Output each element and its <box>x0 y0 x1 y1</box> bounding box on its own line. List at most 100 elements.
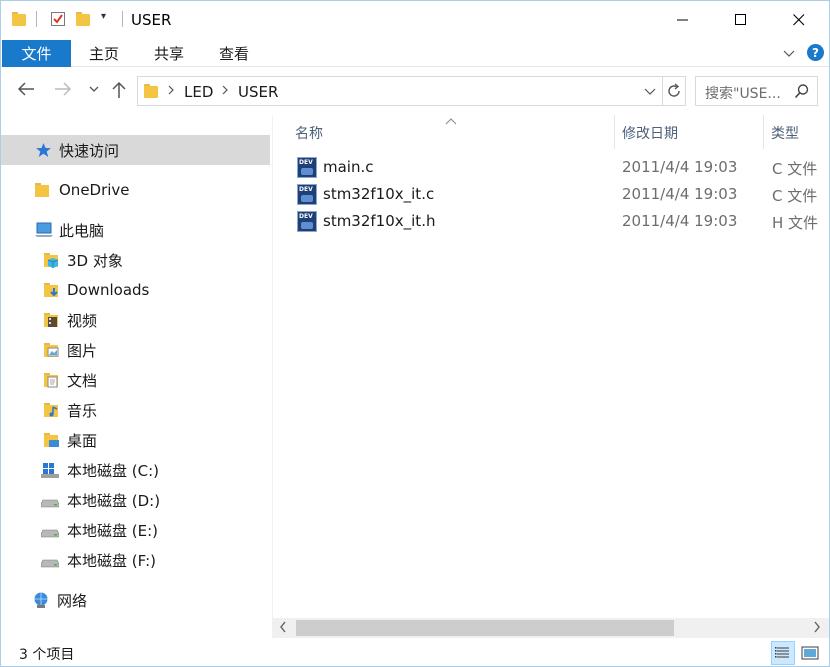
star-icon <box>35 142 53 158</box>
nav-label: 网络 <box>57 591 88 610</box>
file-date: 2011/4/4 19:03 <box>622 158 738 176</box>
nav-label: 此电脑 <box>59 221 105 240</box>
file-type: H 文件 <box>772 214 819 232</box>
item-count: 3 个项目 <box>19 647 75 663</box>
nav-drive-d[interactable]: 本地磁盘 (D:) <box>1 485 270 515</box>
tab-home[interactable]: 主页 <box>89 40 119 67</box>
file-row[interactable]: DEV stm32f10x_it.c 2011/4/4 19:03 C 文件 <box>295 182 829 209</box>
file-list: 名称 修改日期 类型 DEV main.c 2011/4/4 19:03 C 文… <box>273 115 829 639</box>
expand-ribbon-icon[interactable] <box>783 40 795 67</box>
nav-drive-f[interactable]: 本地磁盘 (F:) <box>1 545 270 575</box>
customize-toolbar-icon[interactable]: ▾ <box>101 11 106 22</box>
download-icon <box>44 282 62 298</box>
sort-ascending-icon <box>445 113 457 129</box>
nav-this-pc[interactable]: 此电脑 <box>1 215 270 245</box>
nav-desktop[interactable]: 桌面 <box>1 425 270 455</box>
file-row[interactable]: DEV main.c 2011/4/4 19:03 C 文件 <box>295 155 829 182</box>
scrollbar-thumb[interactable] <box>296 620 674 636</box>
picture-icon <box>44 342 62 358</box>
recent-locations-icon[interactable] <box>89 81 99 102</box>
file-date: 2011/4/4 19:03 <box>622 185 738 203</box>
status-bar: 3 个项目 <box>1 639 829 666</box>
file-row[interactable]: DEV stm32f10x_it.h 2011/4/4 19:03 H 文件 <box>295 209 829 236</box>
large-icons-view-button[interactable] <box>798 641 822 665</box>
ribbon: 文件 主页 共享 查看 ? <box>1 39 829 67</box>
file-date: 2011/4/4 19:03 <box>622 212 738 230</box>
address-bar[interactable]: LED USER <box>137 76 686 106</box>
nav-drive-c[interactable]: 本地磁盘 (C:) <box>1 455 270 485</box>
scroll-right-icon[interactable] <box>813 620 821 637</box>
video-icon <box>44 312 62 328</box>
computer-icon <box>35 222 53 238</box>
nav-label: 本地磁盘 (D:) <box>67 491 161 510</box>
nav-videos[interactable]: 视频 <box>1 305 270 335</box>
nav-label: 本地磁盘 (C:) <box>67 461 159 480</box>
column-header-date[interactable]: 修改日期 <box>622 123 678 143</box>
nav-drive-e[interactable]: 本地磁盘 (E:) <box>1 515 270 545</box>
drive-icon <box>40 552 60 568</box>
new-folder-icon[interactable] <box>76 11 90 27</box>
nav-label: 快速访问 <box>59 141 120 160</box>
details-view-icon <box>775 647 789 658</box>
scroll-left-icon[interactable] <box>279 620 287 637</box>
properties-icon[interactable] <box>50 11 66 27</box>
nav-network[interactable]: 网络 <box>1 585 270 615</box>
search-box[interactable]: 搜索"USE... <box>695 76 818 106</box>
nav-label: 3D 对象 <box>67 251 123 270</box>
help-icon[interactable]: ? <box>807 44 824 61</box>
file-name: main.c <box>323 158 374 176</box>
horizontal-scrollbar[interactable] <box>273 618 829 638</box>
file-name: stm32f10x_it.h <box>323 212 436 230</box>
up-button[interactable] <box>111 81 127 104</box>
tab-view[interactable]: 查看 <box>219 40 249 67</box>
search-input[interactable]: 搜索"USE... <box>705 83 793 103</box>
nav-documents[interactable]: 文档 <box>1 365 270 395</box>
title-bar: ▾ USER <box>1 1 829 39</box>
nav-3d-objects[interactable]: 3D 对象 <box>1 245 270 275</box>
folder-icon <box>35 182 53 198</box>
source-file-icon: DEV <box>297 184 317 205</box>
file-type: C 文件 <box>772 187 818 205</box>
nav-label: 音乐 <box>67 401 98 420</box>
source-file-icon: DEV <box>297 157 317 178</box>
search-icon[interactable] <box>794 83 810 103</box>
chevron-right-icon[interactable] <box>167 81 175 103</box>
explorer-window: ▾ USER 文件 主页 共享 查看 ? LED USER 搜索"USE... … <box>0 0 830 667</box>
details-view-button[interactable] <box>771 641 795 665</box>
nav-label: 本地磁盘 (F:) <box>67 551 156 570</box>
breadcrumb-user[interactable]: USER <box>238 83 278 101</box>
nav-downloads[interactable]: Downloads <box>1 275 270 305</box>
nav-pictures[interactable]: 图片 <box>1 335 270 365</box>
refresh-icon[interactable] <box>665 82 683 104</box>
nav-label: 图片 <box>67 341 98 360</box>
back-button[interactable] <box>17 81 35 102</box>
windows-drive-icon <box>41 462 59 478</box>
desktop-icon <box>44 432 62 448</box>
tab-share[interactable]: 共享 <box>154 40 184 67</box>
nav-label: OneDrive <box>59 181 130 199</box>
address-dropdown-icon[interactable] <box>644 82 656 104</box>
cube-icon <box>44 252 62 268</box>
document-icon <box>44 372 62 388</box>
forward-button[interactable] <box>54 81 72 102</box>
nav-onedrive[interactable]: OneDrive <box>1 175 270 205</box>
nav-label: 桌面 <box>67 431 98 450</box>
music-icon <box>44 402 62 418</box>
nav-label: Downloads <box>67 281 150 299</box>
drive-icon <box>40 522 60 538</box>
tab-file[interactable]: 文件 <box>2 40 71 67</box>
column-header-name[interactable]: 名称 <box>295 123 323 143</box>
maximize-button[interactable] <box>711 1 771 39</box>
file-type: C 文件 <box>772 160 818 178</box>
nav-label: 视频 <box>67 311 98 330</box>
chevron-right-icon[interactable] <box>221 81 229 103</box>
nav-quick-access[interactable]: 快速访问 <box>1 135 270 165</box>
close-button[interactable] <box>769 1 829 39</box>
folder-icon <box>144 83 158 99</box>
nav-label: 本地磁盘 (E:) <box>67 521 159 540</box>
breadcrumb-led[interactable]: LED <box>184 83 213 101</box>
column-header-type[interactable]: 类型 <box>771 123 799 143</box>
file-name: stm32f10x_it.c <box>323 185 435 203</box>
minimize-button[interactable] <box>653 1 713 39</box>
nav-music[interactable]: 音乐 <box>1 395 270 425</box>
